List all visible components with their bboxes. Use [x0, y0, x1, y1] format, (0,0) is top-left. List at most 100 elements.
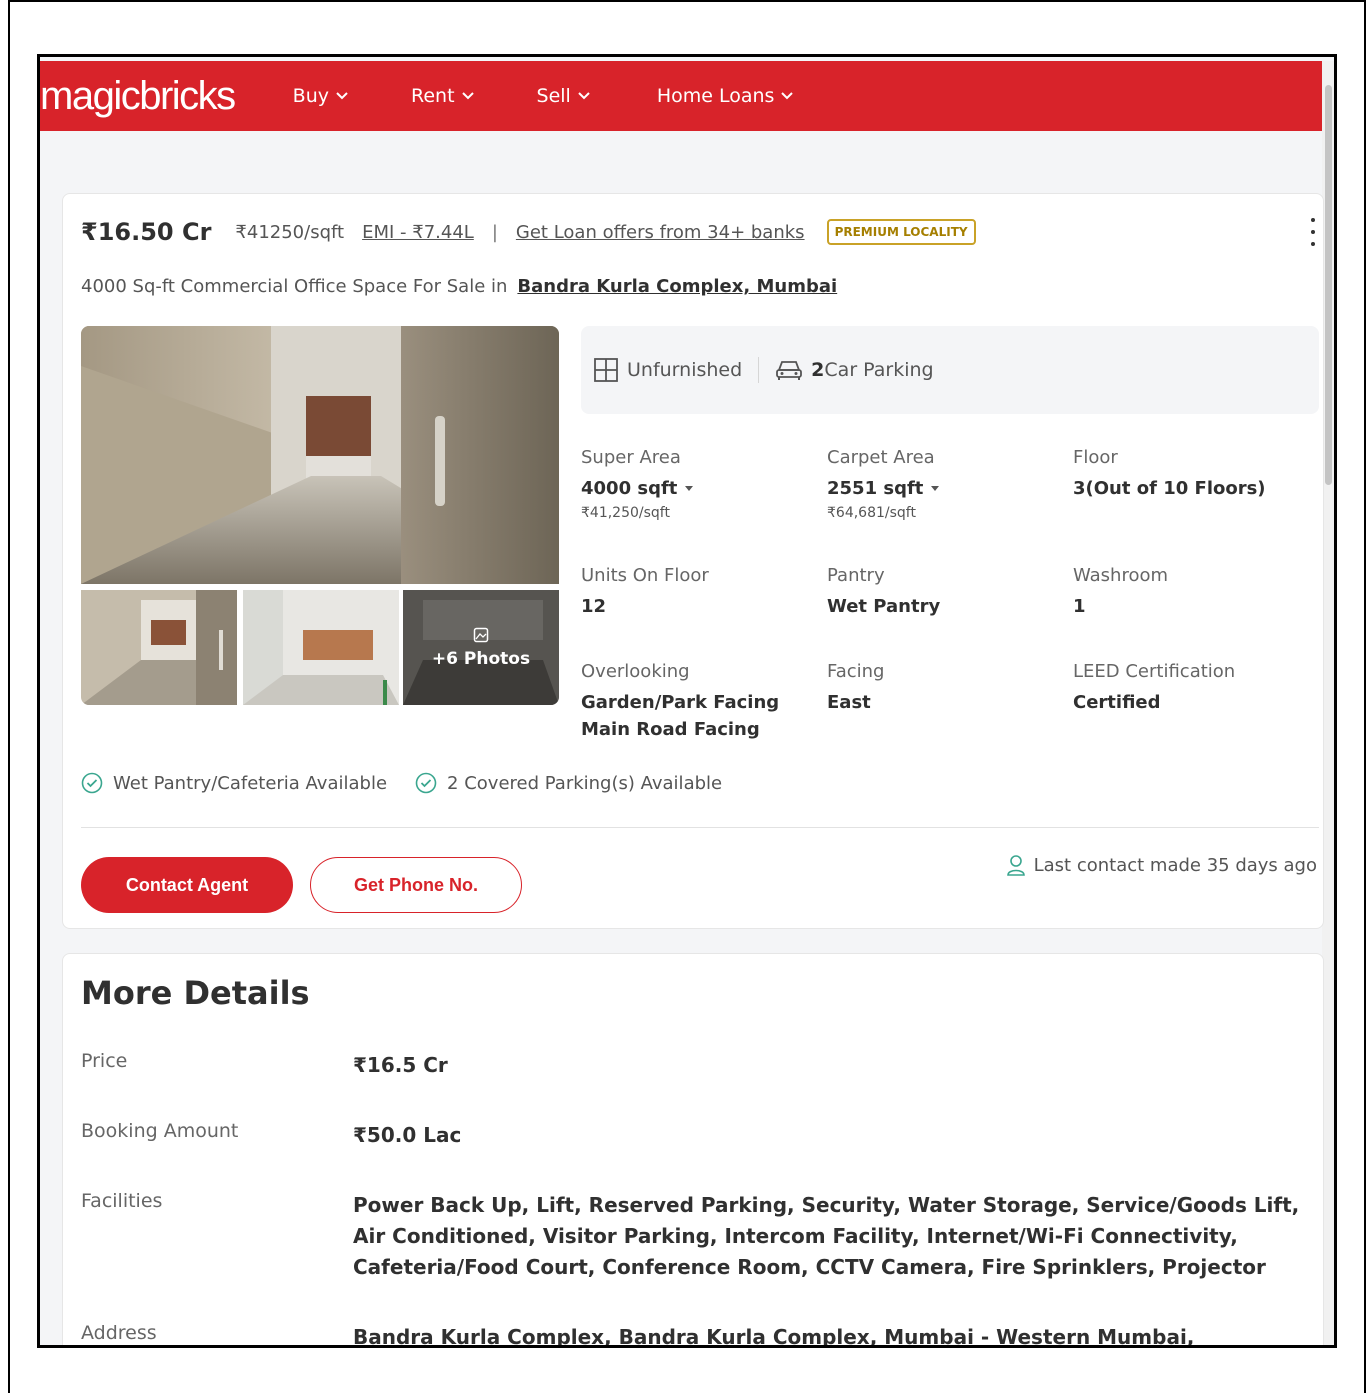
get-phone-button[interactable]: Get Phone No.	[310, 857, 522, 913]
nav-home-loans-label: Home Loans	[656, 85, 775, 107]
furniture-icon	[594, 358, 618, 382]
spec-value: Wet Pantry	[827, 596, 941, 617]
nav-rent[interactable]: Rent	[411, 85, 475, 107]
nav-home-loans[interactable]: Home Loans	[657, 85, 795, 107]
nav-buy[interactable]: Buy	[293, 85, 349, 107]
check-circle-icon	[415, 772, 437, 794]
car-icon	[776, 361, 803, 380]
tags-box: Unfurnished 2 Car Parking	[581, 326, 1319, 414]
spec-value: 4000 sqft	[581, 478, 678, 499]
detail-row-booking: Booking Amount ₹50.0 Lac	[81, 1120, 1321, 1151]
spec-label: Overlooking	[581, 661, 690, 682]
spec-label: Facing	[827, 661, 885, 682]
spec-label: Floor	[1073, 447, 1118, 468]
thumbnail-2[interactable]	[243, 590, 399, 705]
spec-value: 1	[1073, 596, 1086, 617]
availability-label: 2 Covered Parking(s) Available	[447, 772, 723, 794]
magicbricks-logo[interactable]: magicbricks	[40, 76, 236, 116]
listing-subtitle: 4000 Sq-ft Commercial Office Space For S…	[81, 276, 837, 297]
furnishing-label: Unfurnished	[627, 359, 743, 381]
chevron-down-icon	[336, 92, 348, 100]
more-photos-overlay[interactable]: +6 Photos	[403, 590, 559, 705]
spec-label: Carpet Area	[827, 447, 935, 468]
premium-locality-badge: PREMIUM LOCALITY	[826, 219, 976, 245]
browser-viewport: magicbricks Buy Rent Sell Home Loans ₹16…	[37, 54, 1337, 1348]
spec-units: Units On Floor 12	[581, 565, 811, 617]
spec-carpet-area: Carpet Area 2551 sqft ₹64,681/sqft	[827, 447, 1057, 521]
user-icon	[1006, 855, 1025, 876]
nav-buy-label: Buy	[292, 85, 329, 107]
detail-label: Address	[81, 1322, 157, 1344]
more-photos-label: +6 Photos	[431, 648, 531, 669]
spec-sub: ₹64,681/sqft	[827, 505, 916, 521]
detail-label: Booking Amount	[81, 1120, 239, 1142]
contact-agent-button[interactable]: Contact Agent	[81, 857, 293, 913]
spec-pantry: Pantry Wet Pantry	[827, 565, 1057, 617]
availability-item: 2 Covered Parking(s) Available	[415, 772, 722, 794]
super-area-value[interactable]: 4000 sqft	[581, 478, 811, 499]
parking-tag: 2 Car Parking	[775, 358, 934, 382]
detail-value: Power Back Up, Lift, Reserved Parking, S…	[353, 1193, 1300, 1279]
detail-label: Price	[81, 1050, 128, 1072]
spec-label: Washroom	[1073, 565, 1169, 586]
spec-super-area: Super Area 4000 sqft ₹41,250/sqft	[581, 447, 811, 521]
divider	[81, 827, 1319, 828]
spec-sub: ₹41,250/sqft	[581, 505, 670, 521]
separator: |	[491, 221, 498, 243]
tag-divider	[758, 357, 760, 383]
spec-facing: Facing East	[827, 661, 1057, 713]
more-options-icon[interactable]	[1307, 218, 1319, 246]
chevron-down-icon	[781, 92, 794, 100]
spec-value: East	[827, 692, 871, 713]
main-photo[interactable]	[81, 326, 559, 584]
scrollbar-thumb[interactable]	[1325, 85, 1332, 485]
spec-value: Garden/Park Facing	[581, 692, 780, 713]
thumb-photo	[81, 590, 237, 705]
site-header: magicbricks Buy Rent Sell Home Loans	[40, 61, 1324, 131]
detail-value: ₹50.0 Lac	[353, 1123, 462, 1147]
spec-label: Units On Floor	[581, 565, 709, 586]
more-details-title: More Details	[81, 974, 310, 1012]
nav-rent-label: Rent	[410, 85, 455, 107]
thumbnail-3[interactable]: +6 Photos	[403, 590, 559, 705]
spec-washroom: Washroom 1	[1073, 565, 1303, 617]
availability-row: Wet Pantry/Cafeteria Available 2 Covered…	[81, 772, 750, 794]
location-link[interactable]: Bandra Kurla Complex, Mumbai	[517, 276, 837, 297]
nav-sell-label: Sell	[536, 85, 571, 107]
price-row: ₹16.50 Cr ₹41250/sqft EMI - ₹7.44L | Get…	[81, 218, 976, 246]
spec-value: 2551 sqft	[827, 478, 924, 499]
furnishing-tag: Unfurnished	[593, 357, 742, 383]
spec-value: 3(Out of 10 Floors)	[1073, 478, 1266, 499]
emi-link[interactable]: EMI - ₹7.44L	[362, 222, 474, 243]
spec-label: LEED Certification	[1073, 661, 1236, 682]
spec-label: Pantry	[827, 565, 885, 586]
detail-row-price: Price ₹16.5 Cr	[81, 1050, 1321, 1081]
detail-value: ₹16.5 Cr	[353, 1053, 448, 1077]
spec-overlooking: Overlooking Garden/Park Facing Main Road…	[581, 661, 811, 740]
caret-down-icon[interactable]	[685, 486, 694, 491]
thumbnail-1[interactable]	[81, 590, 237, 705]
caret-down-icon[interactable]	[931, 486, 940, 491]
spec-value: Certified	[1073, 692, 1161, 713]
carpet-area-value[interactable]: 2551 sqft	[827, 478, 1057, 499]
spec-value: 12	[581, 596, 607, 617]
listing-price: ₹16.50 Cr	[81, 218, 212, 246]
chevron-down-icon	[461, 92, 474, 100]
corridor-photo	[81, 326, 559, 584]
thumb-photo	[243, 590, 399, 705]
check-circle-icon	[81, 772, 103, 794]
parking-label: Car Parking	[824, 359, 934, 381]
detail-label: Facilities	[81, 1190, 163, 1212]
last-contact-info: Last contact made 35 days ago	[1006, 854, 1317, 876]
image-icon	[473, 627, 489, 642]
spec-floor: Floor 3(Out of 10 Floors)	[1073, 447, 1303, 499]
chevron-down-icon	[578, 92, 590, 100]
parking-count: 2	[811, 359, 825, 381]
subtitle-text: 4000 Sq-ft Commercial Office Space For S…	[81, 276, 508, 297]
more-details-card: More Details Price ₹16.5 Cr Booking Amou…	[62, 953, 1324, 1345]
loan-offers-link[interactable]: Get Loan offers from 34+ banks	[516, 222, 805, 243]
detail-row-facilities: Facilities Power Back Up, Lift, Reserved…	[81, 1190, 1321, 1283]
nav-sell[interactable]: Sell	[537, 85, 591, 107]
price-per-sqft: ₹41250/sqft	[235, 221, 345, 243]
availability-item: Wet Pantry/Cafeteria Available	[81, 772, 387, 794]
